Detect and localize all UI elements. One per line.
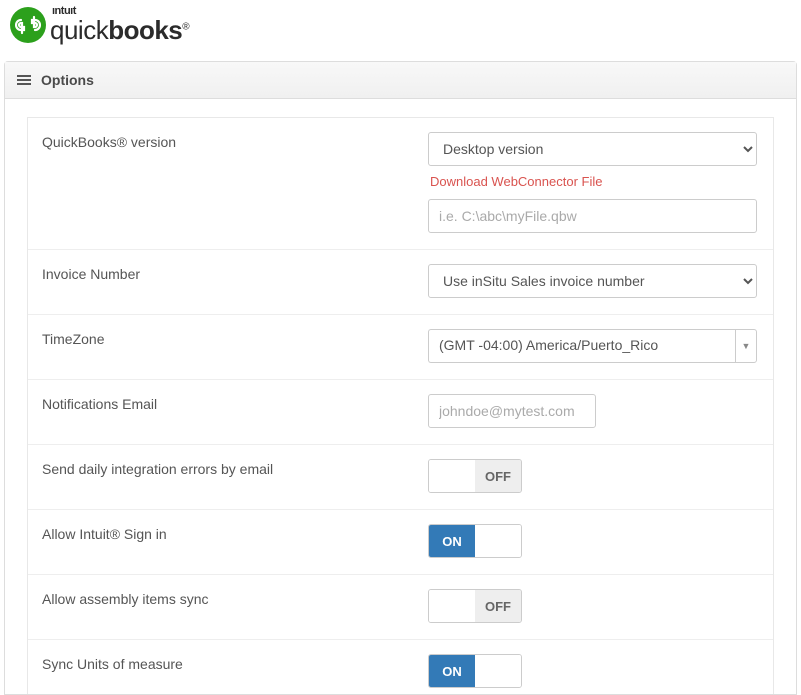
panel-header: Options <box>5 62 796 99</box>
label-notifications: Notifications Email <box>28 394 428 428</box>
row-assembly: Allow assembly items sync OFF <box>28 575 773 640</box>
row-uom: Sync Units of measure ON <box>28 640 773 694</box>
logo-quickbooks-text: quickbooks® <box>50 17 189 43</box>
label-timezone: TimeZone <box>28 329 428 363</box>
select-timezone[interactable]: (GMT -04:00) America/Puerto_Rico ▼ <box>428 329 757 363</box>
row-invoice: Invoice Number Use inSitu Sales invoice … <box>28 250 773 315</box>
select-version[interactable]: Desktop version <box>428 132 757 166</box>
row-notifications: Notifications Email <box>28 380 773 445</box>
timezone-value: (GMT -04:00) America/Puerto_Rico <box>428 329 735 363</box>
label-intuit-signin: Allow Intuit® Sign in <box>28 524 428 558</box>
row-timezone: TimeZone (GMT -04:00) America/Puerto_Ric… <box>28 315 773 380</box>
quickbooks-logo: ıntuıt quickbooks® <box>0 0 801 61</box>
link-download-webconnector[interactable]: Download WebConnector File <box>430 174 602 189</box>
qb-logo-icon <box>10 7 46 43</box>
label-daily-errors: Send daily integration errors by email <box>28 459 428 493</box>
menu-icon[interactable] <box>17 75 31 85</box>
toggle-daily-errors[interactable]: OFF <box>428 459 522 493</box>
label-invoice: Invoice Number <box>28 264 428 298</box>
input-filepath[interactable] <box>428 199 757 233</box>
toggle-intuit-signin[interactable]: ON <box>428 524 522 558</box>
select-invoice[interactable]: Use inSitu Sales invoice number <box>428 264 757 298</box>
row-daily-errors: Send daily integration errors by email O… <box>28 445 773 510</box>
chevron-down-icon[interactable]: ▼ <box>735 329 757 363</box>
label-uom: Sync Units of measure <box>28 654 428 688</box>
label-assembly: Allow assembly items sync <box>28 589 428 623</box>
row-version: QuickBooks® version Desktop version Down… <box>28 118 773 250</box>
row-intuit-signin: Allow Intuit® Sign in ON <box>28 510 773 575</box>
options-panel: Options QuickBooks® version Desktop vers… <box>4 61 797 695</box>
input-notifications-email[interactable] <box>428 394 596 428</box>
toggle-uom[interactable]: ON <box>428 654 522 688</box>
panel-title: Options <box>41 72 94 88</box>
toggle-assembly[interactable]: OFF <box>428 589 522 623</box>
label-version: QuickBooks® version <box>28 132 428 233</box>
